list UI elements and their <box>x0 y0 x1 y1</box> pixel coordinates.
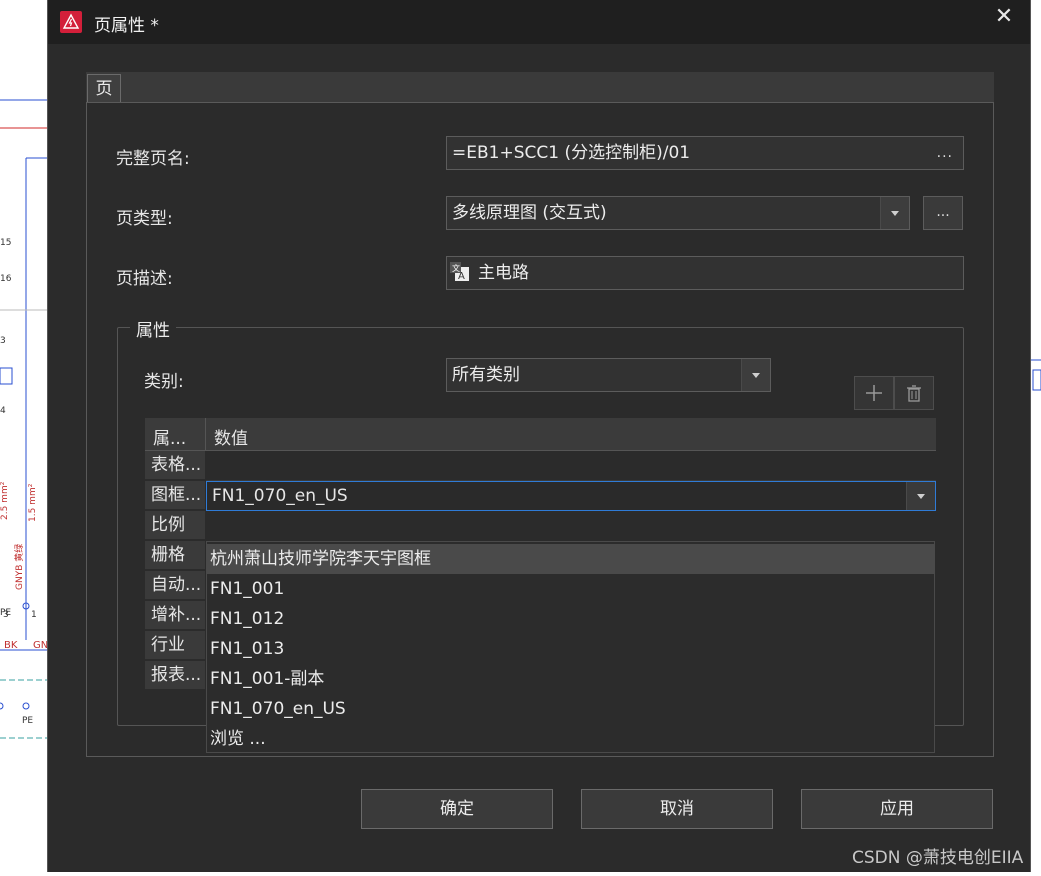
page-type-label: 页类型: <box>116 209 173 229</box>
category-select[interactable]: 所有类别 <box>446 358 771 392</box>
property-row-name[interactable]: 自动... <box>145 571 205 600</box>
property-row-name[interactable]: 增补... <box>145 601 205 630</box>
title-bar[interactable]: 页属性 * ✕ <box>48 0 1030 44</box>
page-type-select[interactable]: 多线原理图 (交互式) <box>446 196 910 230</box>
apply-button[interactable]: 应用 <box>801 789 993 829</box>
cancel-button[interactable]: 取消 <box>581 789 773 829</box>
property-row-name[interactable]: 表格... <box>145 451 205 480</box>
dialog-title: 页属性 * <box>94 16 159 36</box>
bg-label: 4 <box>0 406 6 416</box>
bg-label: 2.5 mm² <box>0 481 10 520</box>
dropdown-item[interactable]: FN1_001 <box>207 574 934 604</box>
property-row-name[interactable]: 图框... <box>145 481 205 510</box>
translate-icon[interactable]: A 文 <box>449 261 471 283</box>
page-type-value: 多线原理图 (交互式) <box>452 203 607 223</box>
property-row-name[interactable]: 报表... <box>145 661 205 690</box>
bg-label: GNYB 黄绿 <box>15 543 25 590</box>
bg-label: 1.5 mm² <box>28 483 38 522</box>
dropdown-item-browse[interactable]: 浏览 ... <box>207 724 934 754</box>
full-page-name-value: =EB1+SCC1 (分选控制柜)/01 <box>452 143 691 163</box>
chevron-down-icon[interactable] <box>741 359 770 391</box>
plus-icon <box>866 385 882 401</box>
full-page-name-label: 完整页名: <box>116 149 190 169</box>
bg-label: BK <box>4 640 18 651</box>
tab-page[interactable]: 页 <box>87 74 121 103</box>
ok-button[interactable]: 确定 <box>361 789 553 829</box>
bg-label: 15 <box>0 238 12 248</box>
dropdown-item[interactable]: FN1_012 <box>207 604 934 634</box>
column-header-name[interactable]: 属... <box>153 424 186 449</box>
bg-label: 3 <box>0 336 6 346</box>
close-icon[interactable]: ✕ <box>984 2 1024 32</box>
page-desc-value: 主电路 <box>478 263 529 283</box>
column-header-value[interactable]: 数值 <box>214 424 248 449</box>
watermark-text: CSDN @萧技电创EIIA <box>852 848 1024 868</box>
property-row-name[interactable]: 比例 <box>145 511 205 540</box>
delete-property-button[interactable] <box>894 376 934 410</box>
frame-dropdown-list: 杭州萧山技师学院李天宇图框 FN1_001 FN1_012 FN1_013 FN… <box>206 541 935 753</box>
trash-icon <box>907 385 921 402</box>
background-schematic <box>0 0 48 872</box>
frame-value-combo[interactable]: FN1_070_en_US <box>206 481 936 511</box>
category-value: 所有类别 <box>452 365 520 385</box>
page-desc-label: 页描述: <box>116 269 173 289</box>
dropdown-item[interactable]: FN1_001-副本 <box>207 664 934 694</box>
properties-group-title: 属性 <box>130 316 176 341</box>
bg-label: 1 <box>31 610 37 620</box>
app-logo-icon <box>60 11 82 33</box>
bg-label: GN <box>33 640 49 651</box>
category-label: 类别: <box>144 372 184 392</box>
tab-strip <box>86 72 994 102</box>
dropdown-item[interactable]: FN1_070_en_US <box>207 694 934 724</box>
chevron-down-icon[interactable] <box>906 482 935 510</box>
page-type-more-button[interactable]: ... <box>923 196 963 230</box>
chevron-down-icon[interactable] <box>880 197 909 229</box>
property-row-name[interactable]: 栅格 <box>145 541 205 570</box>
dropdown-item[interactable]: FN1_013 <box>207 634 934 664</box>
browse-page-name-button[interactable]: ... <box>937 137 953 169</box>
page-desc-field[interactable]: A 文 主电路 <box>446 256 964 290</box>
dropdown-item[interactable]: 杭州萧山技师学院李天宇图框 <box>207 544 934 574</box>
bg-label: 16 <box>0 274 12 284</box>
column-separator <box>205 418 206 450</box>
bg-label: 3 <box>3 610 9 620</box>
property-row-name[interactable]: 行业 <box>145 631 205 660</box>
grid-header: 属... 数值 <box>145 418 936 451</box>
add-property-button[interactable] <box>854 376 894 410</box>
frame-value-text: FN1_070_en_US <box>212 486 348 506</box>
svg-text:文: 文 <box>452 263 460 273</box>
full-page-name-field[interactable]: =EB1+SCC1 (分选控制柜)/01 ... <box>446 136 964 170</box>
bg-label: PE <box>22 716 34 726</box>
